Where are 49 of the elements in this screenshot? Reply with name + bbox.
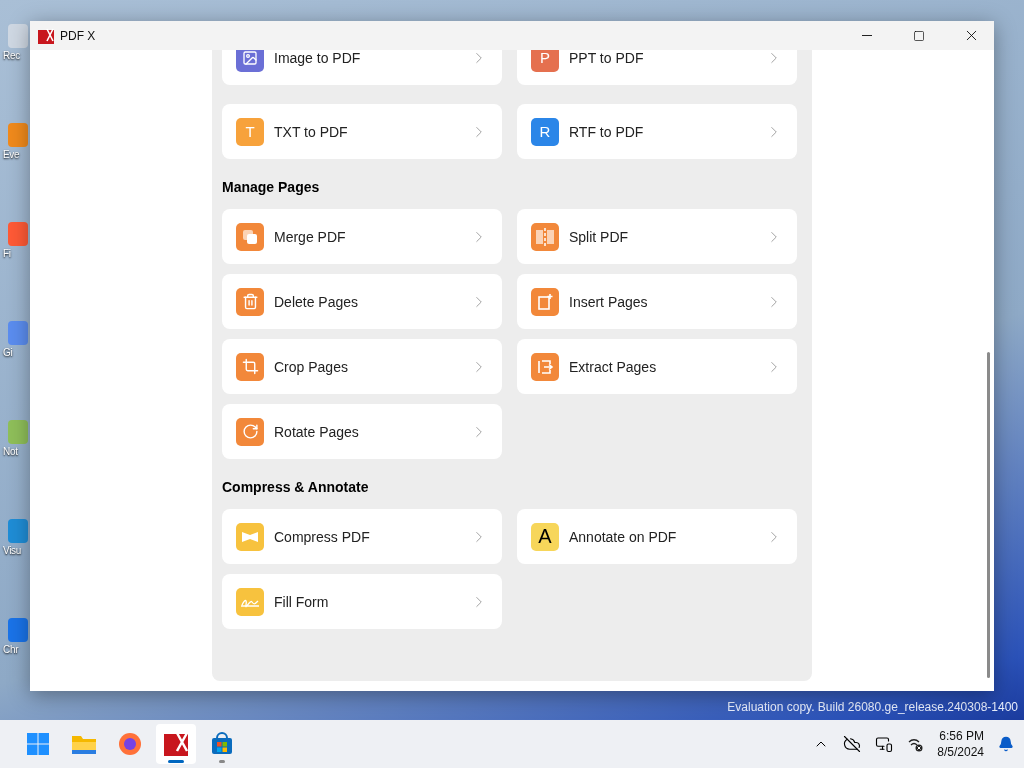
tool-card[interactable]: Image to PDF [222, 50, 502, 85]
desktop-icon-label: Eve [3, 149, 20, 160]
desktop-icon-label: Fi [3, 248, 11, 259]
clock-date[interactable]: 8/5/2024 [937, 744, 984, 760]
letter-icon: A [531, 522, 559, 551]
desktop-icon-label: Not [3, 446, 18, 457]
network-off-icon[interactable] [907, 736, 924, 752]
cloud-off-icon[interactable] [843, 735, 862, 753]
taskbar-app[interactable] [156, 724, 196, 764]
monitor-icon[interactable] [875, 735, 894, 753]
window-title: PDF X [60, 28, 97, 43]
maximize-icon [913, 29, 925, 42]
section-heading: Manage Pages [222, 179, 321, 195]
tool-card[interactable]: Compress PDF [222, 509, 502, 564]
windows-icon [26, 732, 50, 756]
desktop-icon-label: Gi [3, 347, 13, 358]
tool-card[interactable]: Merge PDF [222, 209, 502, 264]
notification-bell-icon[interactable] [998, 736, 1014, 752]
minimize-icon [862, 35, 872, 36]
tool-card[interactable]: Insert Pages [517, 274, 797, 329]
letter-icon: R [531, 117, 559, 146]
letter-icon: P [531, 50, 559, 72]
pdf-app-icon [163, 731, 189, 757]
running-indicator [219, 760, 225, 763]
browser-icon [118, 732, 142, 756]
section-heading: Compress & Annotate [222, 479, 370, 495]
desktop-icon-label: Visu [3, 545, 22, 556]
tool-card[interactable]: R RTF to PDF [517, 104, 797, 159]
store-icon [210, 732, 234, 756]
tool-card[interactable]: P PPT to PDF [517, 50, 797, 85]
letter-icon: T [236, 117, 264, 146]
desktop-icon-label: Chr [3, 644, 19, 655]
shortcut-icon[interactable] [8, 618, 28, 642]
clock-time[interactable]: 6:56 PM [939, 728, 984, 744]
pdf-app-icon [38, 27, 54, 44]
shortcut-icon[interactable] [8, 321, 28, 345]
scrollbar-thumb[interactable] [987, 352, 990, 678]
desktop-icon-label: Rec [3, 50, 20, 61]
tool-card[interactable]: Crop Pages [222, 339, 502, 394]
running-indicator [168, 760, 184, 763]
tool-card[interactable]: A Annotate on PDF [517, 509, 797, 564]
folder-icon [71, 733, 97, 755]
tool-card[interactable]: T TXT to PDF [222, 104, 502, 159]
tool-card[interactable]: Split PDF [517, 209, 797, 264]
tool-card[interactable]: Extract Pages [517, 339, 797, 394]
tool-card[interactable]: Rotate Pages [222, 404, 502, 459]
tool-card[interactable]: Delete Pages [222, 274, 502, 329]
watermark-text: Evaluation copy. Build 26080.ge_release.240308-1400 [727, 700, 1018, 714]
tool-card[interactable]: Fill Form [222, 574, 502, 629]
